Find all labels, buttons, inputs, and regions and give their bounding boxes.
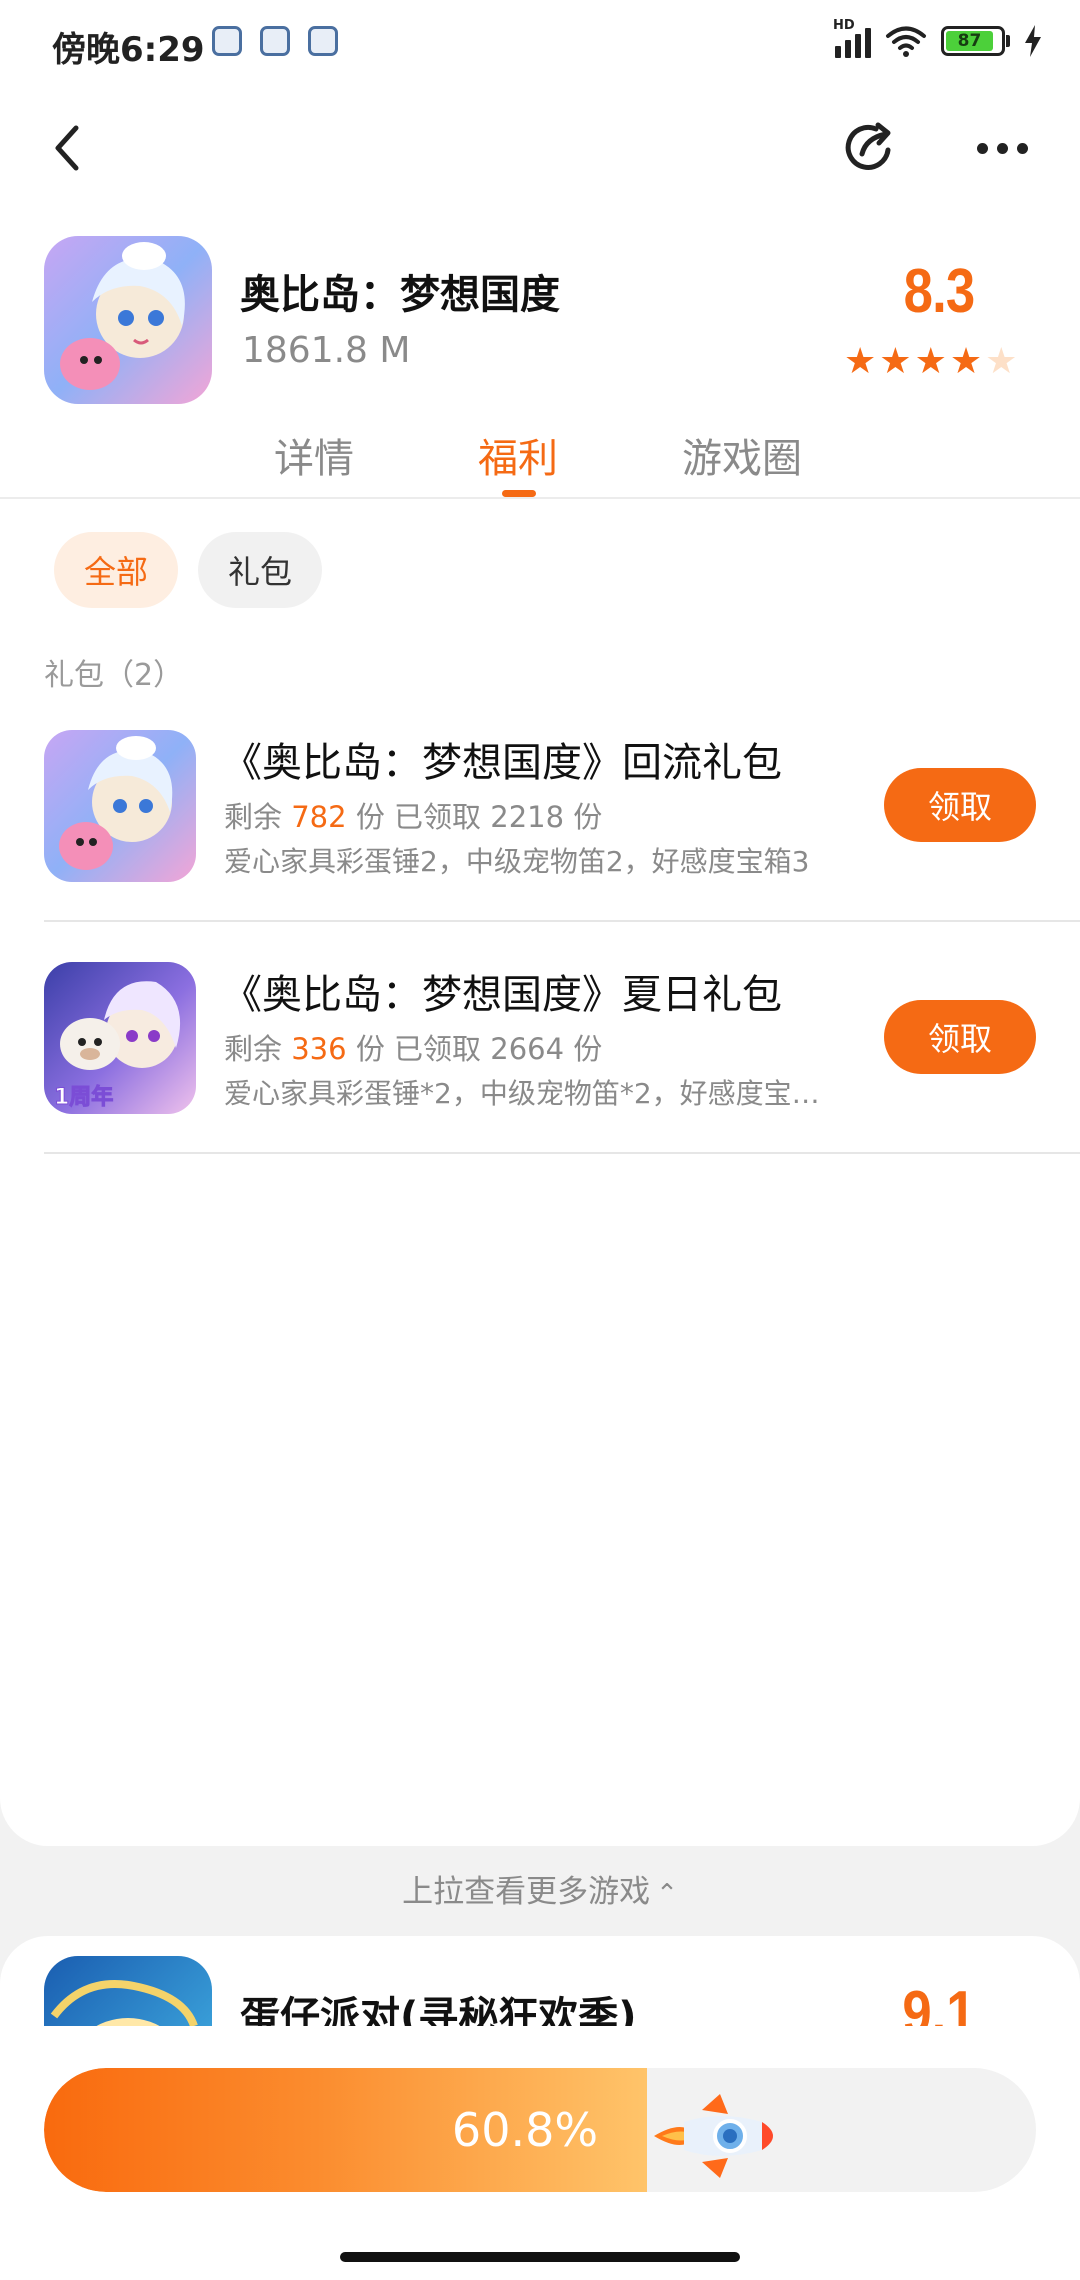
anniversary-badge: 1周年 — [54, 1084, 113, 1110]
charging-icon — [1025, 25, 1041, 57]
pull-up-hint-text: 上拉查看更多游戏 — [402, 1874, 651, 1910]
tab-details[interactable]: 详情 — [274, 426, 354, 484]
gift-item: 1周年 《奥比岛：梦想国度》夏日礼包 剩余 336 份 已领取 2664 份 爱… — [0, 962, 1080, 1194]
star-icon: ★ — [914, 341, 947, 382]
game-app-icon[interactable] — [44, 236, 212, 404]
game-score: 8.3 — [903, 257, 976, 326]
more-options-icon[interactable] — [964, 114, 1040, 182]
cellular-signal-icon: HD — [833, 18, 871, 58]
filter-chip-gift[interactable]: 礼包 — [198, 532, 322, 608]
status-time: 傍晚6:29 — [52, 30, 205, 70]
star-icon: ★ — [844, 341, 877, 382]
share-icon[interactable] — [836, 114, 904, 182]
gift-remaining-count: 336 — [291, 1032, 347, 1066]
app-notification-icon — [260, 26, 290, 56]
notification-icons — [212, 26, 338, 56]
pull-up-hint[interactable]: 上拉查看更多游戏 ⌃ — [0, 1866, 1080, 1911]
rating-stars: ★ ★ ★ ★ ★ — [844, 342, 1017, 382]
back-icon[interactable] — [40, 118, 100, 178]
gift-game-icon — [44, 730, 196, 882]
filter-chip-all[interactable]: 全部 — [54, 532, 178, 608]
network-hd-label: HD — [833, 18, 855, 33]
gift-item: 《奥比岛：梦想国度》回流礼包 剩余 782 份 已领取 2218 份 爱心家具彩… — [0, 730, 1080, 962]
status-bar: 傍晚6:29 HD 87 — [0, 0, 1080, 90]
wifi-icon — [886, 26, 926, 57]
active-tab-indicator — [502, 490, 536, 497]
divider — [44, 920, 1080, 922]
tab-game-circle[interactable]: 游戏圈 — [682, 426, 802, 484]
gift-remaining-count: 782 — [291, 800, 347, 834]
star-icon: ★ — [879, 341, 912, 382]
game-size: 1861.8 M — [242, 330, 411, 371]
gift-stats: 剩余 782 份 已领取 2218 份 — [224, 800, 603, 834]
gift-description: 爱心家具彩蛋锤2，中级宠物笛2，好感度宝箱3 — [224, 845, 810, 878]
gift-game-icon: 1周年 — [44, 962, 196, 1114]
claim-button[interactable]: 领取 — [884, 768, 1036, 842]
divider — [44, 1152, 1080, 1154]
rocket-icon — [654, 2094, 773, 2178]
tab-bar: 详情 福利 游戏圈 — [0, 426, 1080, 498]
claim-button[interactable]: 领取 — [884, 1000, 1036, 1074]
download-progress-text: 60.8% — [451, 2103, 599, 2157]
gift-description: 爱心家具彩蛋锤*2，中级宠物笛*2，好感度宝箱*3 — [224, 1077, 844, 1110]
download-bar: 60.8% — [0, 2026, 1080, 2280]
gift-title: 《奥比岛：梦想国度》回流礼包 — [222, 740, 782, 786]
battery-icon: 87 — [941, 26, 1010, 56]
gift-stats: 剩余 336 份 已领取 2664 份 — [224, 1032, 603, 1066]
game-title: 奥比岛：梦想国度 — [240, 272, 560, 318]
home-indicator — [340, 2252, 740, 2262]
download-progress-button[interactable]: 60.8% — [44, 2068, 1036, 2192]
chevron-up-icon: ⌃ — [656, 1879, 678, 1909]
gift-title: 《奥比岛：梦想国度》夏日礼包 — [222, 972, 782, 1018]
tab-benefits[interactable]: 福利 — [478, 426, 558, 484]
star-icon: ★ — [949, 341, 983, 382]
top-bar — [0, 110, 1080, 190]
system-icons: HD 87 — [833, 18, 1042, 58]
divider — [0, 497, 1080, 499]
battery-level: 87 — [946, 31, 993, 51]
app-notification-icon — [212, 26, 242, 56]
star-empty-icon: ★ — [985, 341, 1018, 382]
section-label: 礼包（2） — [44, 658, 184, 693]
game-header: 奥比岛：梦想国度 1861.8 M 8.3 ★ ★ ★ ★ ★ — [0, 232, 1080, 408]
app-notification-icon — [308, 26, 338, 56]
